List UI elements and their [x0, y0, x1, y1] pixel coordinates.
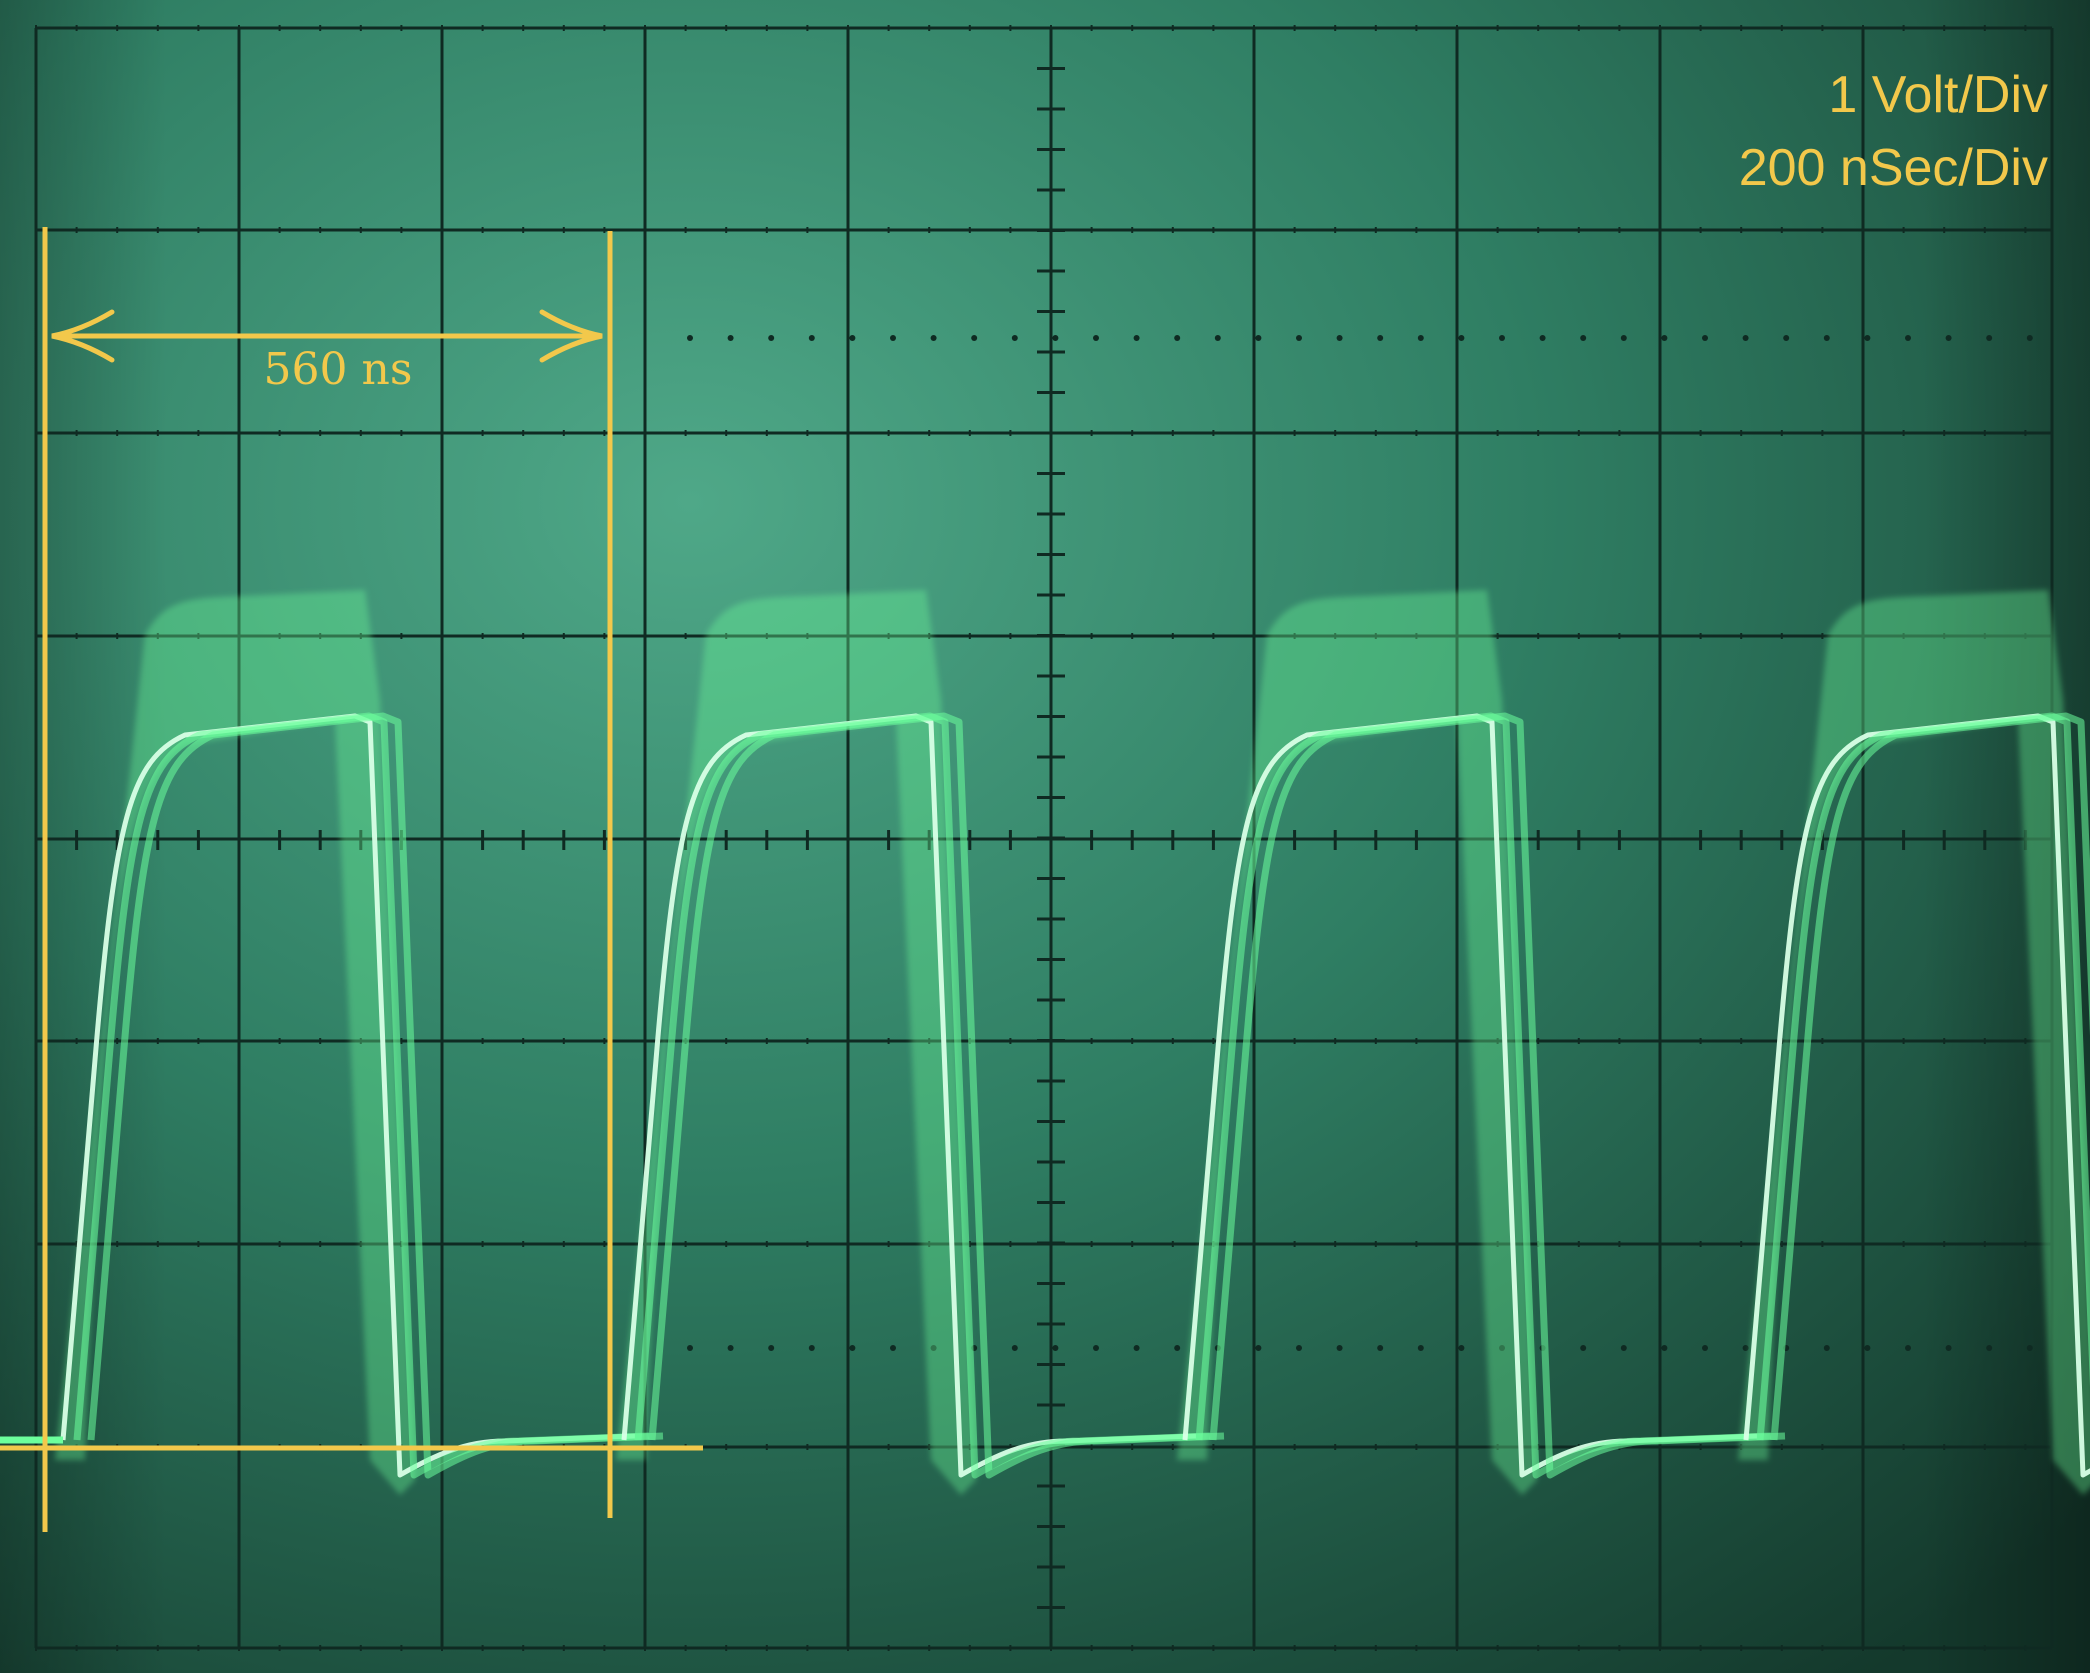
reference-dot: [1011, 335, 1018, 341]
reference-dot: [1986, 335, 1993, 341]
reference-dot: [1702, 1345, 1708, 1351]
reference-dot: [687, 1345, 693, 1351]
oscilloscope-screen: 560 ns 1 Volt/Div 200 nSec/Div: [0, 0, 2090, 1673]
reference-dot: [1296, 335, 1302, 341]
reference-dot: [1296, 1345, 1302, 1351]
reference-dot: [768, 1345, 775, 1351]
reference-dot: [890, 335, 896, 341]
reference-dot: [1945, 335, 1952, 341]
reference-dot: [1377, 1345, 1384, 1351]
reference-dot: [808, 1345, 815, 1351]
reference-dot: [971, 335, 978, 341]
reference-dot: [1417, 335, 1424, 341]
reference-dot: [1093, 1345, 1099, 1351]
reference-dot: [1905, 1345, 1911, 1351]
reference-dot: [1823, 335, 1830, 341]
reference-dot: [727, 1345, 734, 1351]
reference-dot: [1945, 1345, 1952, 1351]
reference-dot: [890, 1345, 896, 1351]
reference-dot: [768, 335, 775, 341]
reference-dot: [1702, 335, 1708, 341]
reference-dot: [1620, 335, 1627, 341]
reference-dot: [1661, 335, 1668, 341]
reference-dot: [1661, 1345, 1668, 1351]
reference-dot: [1620, 1345, 1627, 1351]
reference-dot: [1174, 1345, 1181, 1351]
reference-dot: [1093, 335, 1099, 341]
reference-dot: [808, 335, 815, 341]
reference-dot: [687, 335, 693, 341]
reference-dot: [1336, 335, 1343, 341]
reference-dot: [1783, 335, 1790, 341]
reference-dot: [1458, 1345, 1465, 1351]
reference-dot: [1052, 1345, 1059, 1351]
reference-dot: [1214, 335, 1221, 341]
reference-dot: [727, 335, 734, 341]
reference-dot: [1864, 1345, 1871, 1351]
reference-dot: [1499, 335, 1505, 341]
time-per-div-label: 200 nSec/Div: [1739, 139, 2048, 197]
reference-dot: [849, 1345, 856, 1351]
reference-dot: [1742, 1345, 1749, 1351]
reference-dot: [1417, 1345, 1424, 1351]
reference-dot: [1377, 335, 1384, 341]
volts-per-div-label: 1 Volt/Div: [1828, 66, 2048, 124]
reference-dot: [1539, 335, 1546, 341]
reference-dot: [2026, 1345, 2033, 1351]
reference-dot: [930, 335, 937, 341]
reference-dot: [1580, 1345, 1587, 1351]
reference-dot: [1174, 335, 1181, 341]
reference-dot: [1823, 1345, 1830, 1351]
reference-dot: [1336, 1345, 1343, 1351]
reference-dot: [1458, 335, 1465, 341]
reference-dot: [1052, 335, 1059, 341]
reference-dot: [1255, 1345, 1262, 1351]
reference-dot: [1133, 1345, 1140, 1351]
reference-dot: [2026, 335, 2033, 341]
reference-dot: [1742, 335, 1749, 341]
reference-dot: [849, 335, 856, 341]
scope-display: 560 ns 1 Volt/Div 200 nSec/Div: [0, 0, 2090, 1673]
reference-dot: [1905, 335, 1911, 341]
reference-dot: [1133, 335, 1140, 341]
reference-dot: [1864, 335, 1871, 341]
reference-dot: [1011, 1345, 1018, 1351]
period-label: 560 ns: [264, 344, 413, 395]
reference-dot: [1986, 1345, 1993, 1351]
reference-dot: [1580, 335, 1587, 341]
reference-dot: [1255, 335, 1262, 341]
